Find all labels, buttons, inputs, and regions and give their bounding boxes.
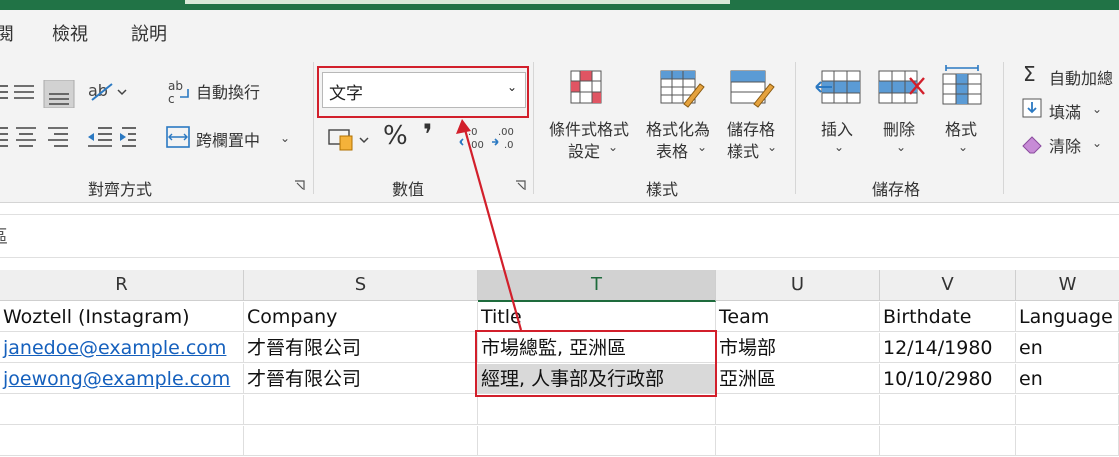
annotation-arrow [456, 119, 523, 331]
